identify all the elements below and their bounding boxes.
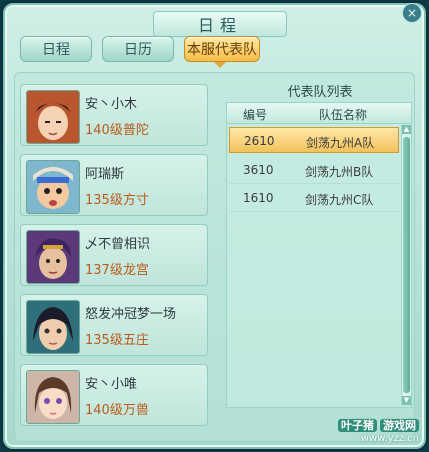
header-team-name: 队伍名称 bbox=[319, 108, 368, 122]
scroll-up-icon[interactable]: ▲ bbox=[402, 125, 411, 134]
member-card[interactable]: 安丶小木 140级普陀 bbox=[20, 84, 208, 146]
member-level: 140级万兽 bbox=[85, 403, 149, 418]
member-level: 137级龙宫 bbox=[85, 263, 149, 278]
member-name: 乄不曾相识 bbox=[85, 237, 151, 252]
member-name: 怒发冲冠梦一场 bbox=[85, 307, 177, 322]
header-id: 编号 bbox=[243, 108, 268, 122]
member-card[interactable]: 怒发冲冠梦一场 135级五庄 bbox=[20, 294, 208, 356]
team-id: 3610 bbox=[243, 163, 274, 177]
table-row[interactable]: 1610 剑荡九州C队 bbox=[229, 185, 399, 212]
team-name: 剑荡九州C队 bbox=[305, 193, 374, 207]
member-card[interactable]: 阿瑞斯 135级方寸 bbox=[20, 154, 208, 216]
close-icon[interactable]: × bbox=[402, 3, 422, 23]
window-title-bar: 日程 bbox=[153, 11, 287, 37]
table-row[interactable]: 2610 剑荡九州A队 bbox=[229, 127, 399, 153]
avatar bbox=[26, 90, 80, 144]
member-card[interactable]: 乄不曾相识 137级龙宫 bbox=[20, 224, 208, 286]
member-name: 安丶小木 bbox=[85, 97, 138, 112]
active-tab-pointer bbox=[214, 62, 226, 68]
table-row[interactable]: 3610 剑荡九州B队 bbox=[229, 157, 399, 184]
table-header: 编号 队伍名称 bbox=[227, 103, 411, 124]
avatar bbox=[26, 230, 80, 284]
team-name: 剑荡九州B队 bbox=[305, 165, 374, 179]
window-title: 日程 bbox=[197, 16, 242, 35]
watermark-tag: 游戏网 bbox=[380, 419, 419, 432]
scroll-down-icon[interactable]: ▼ bbox=[402, 396, 411, 405]
watermark-logo: 叶子猪 游戏网 www.yzz.cn bbox=[335, 414, 419, 444]
watermark-brand: 叶子猪 bbox=[338, 419, 377, 432]
tab-calendar[interactable]: 日历 bbox=[102, 36, 174, 62]
member-level: 140级普陀 bbox=[85, 123, 149, 138]
scrollbar[interactable]: ▲ ▼ bbox=[401, 125, 411, 405]
team-list-title: 代表队列表 bbox=[287, 85, 353, 100]
avatar bbox=[26, 160, 80, 214]
watermark-url: www.yzz.cn bbox=[360, 433, 419, 444]
member-name: 安丶小唯 bbox=[85, 377, 138, 392]
scrollbar-thumb[interactable] bbox=[403, 137, 410, 393]
tab-schedule[interactable]: 日程 bbox=[20, 36, 92, 62]
tab-server-team[interactable]: 本服代表队 bbox=[184, 36, 260, 62]
member-level: 135级五庄 bbox=[85, 333, 149, 348]
member-name: 阿瑞斯 bbox=[85, 167, 125, 182]
team-id: 1610 bbox=[243, 191, 274, 205]
avatar bbox=[26, 300, 80, 354]
team-table: 编号 队伍名称 2610 剑荡九州A队 3610 剑荡九州B队 1610 剑荡九… bbox=[226, 102, 412, 408]
member-level: 135级方寸 bbox=[85, 193, 149, 208]
team-id: 2610 bbox=[244, 134, 275, 148]
team-name: 剑荡九州A队 bbox=[306, 136, 375, 150]
avatar bbox=[26, 370, 80, 424]
member-card[interactable]: 安丶小唯 140级万兽 bbox=[20, 364, 208, 426]
